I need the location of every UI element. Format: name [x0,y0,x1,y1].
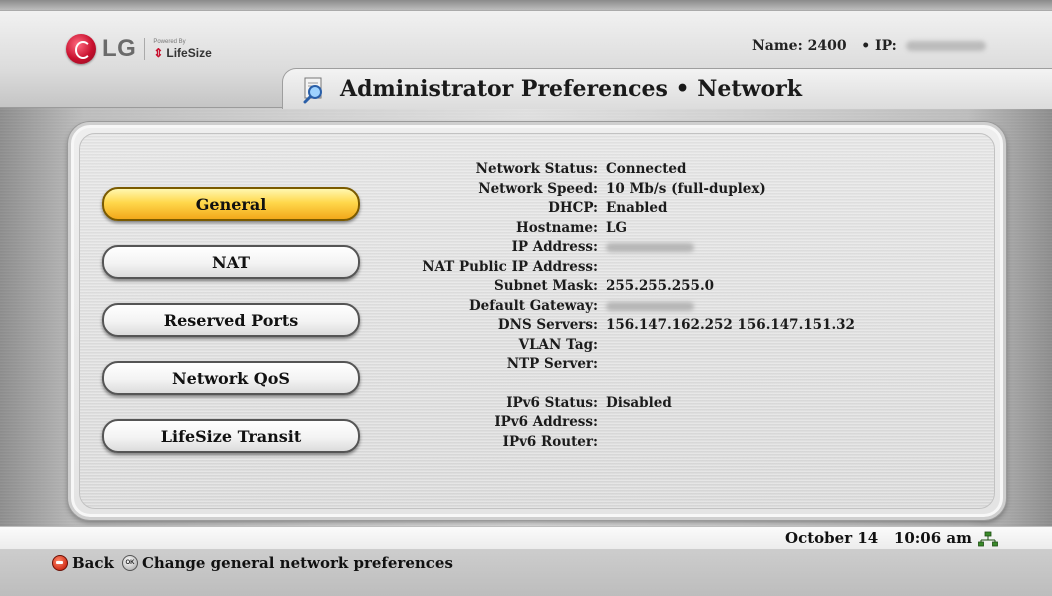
footer-hints: Back OK Change general network preferenc… [52,554,453,572]
network-magnifier-icon [303,77,322,104]
ip-address-redacted [606,243,694,252]
info-row-ipv6-router: IPv6 Router: [420,433,855,453]
page-title: Administrator Preferences • Network [340,76,802,102]
status-date: October 14 [785,529,879,547]
info-row-network-speed: Network Speed: 10 Mb/s (full-duplex) [420,180,855,200]
info-row-ip-address: IP Address: [420,238,855,258]
info-label: IP Address: [511,239,598,255]
menu-lifesize-transit-button[interactable]: LifeSize Transit [102,419,360,453]
info-row-ipv6-status: IPv6 Status: Disabled [420,394,855,414]
powered-by-text: Powered By [153,39,186,45]
info-label: IPv6 Status: [506,394,598,411]
info-value: 10 Mb/s (full-duplex) [606,180,766,197]
ok-button-icon[interactable]: OK [121,555,138,571]
info-row-default-gateway: Default Gateway: [420,297,855,317]
info-label: NAT Public IP Address: [422,258,598,275]
menu-general-button[interactable]: General [102,187,360,221]
info-value: Enabled [606,200,668,216]
info-row-network-status: Network Status: Connected [420,160,855,180]
info-row-dhcp: DHCP: Enabled [420,199,855,219]
info-label: Network Speed: [478,180,598,197]
info-label: Subnet Mask: [494,278,598,294]
status-time: 10:06 am [893,529,972,547]
lg-logo-text: LG [102,35,137,62]
info-label: DNS Servers: [497,317,598,333]
info-value: 156.147.162.252 156.147.151.32 [606,317,855,333]
info-row-ntp-server: NTP Server: [420,355,855,375]
menu-nat-button[interactable]: NAT [102,245,360,279]
lifesize-text: LifeSize [166,46,212,60]
info-row-nat-public-ip: NAT Public IP Address: [420,258,855,278]
brand-logo: LG Powered By ⇕ LifeSize [66,34,212,64]
info-row-dns-servers: DNS Servers: 156.147.162.252 156.147.151… [420,316,855,336]
lifesize-mark-icon: ⇕ [153,46,164,60]
info-value: 255.255.255.0 [606,278,715,294]
status-datetime: October 14 10:06 am [785,527,972,549]
info-row-ipv6-address: IPv6 Address: [420,413,855,433]
info-label: IPv6 Router: [502,433,598,450]
device-name-label: Name: [752,38,803,54]
ip-label: • IP: [861,38,897,54]
ok-hint-label: Change general network preferences [141,554,453,572]
device-info: Name: 2400 • IP: [752,38,986,54]
back-label[interactable]: Back [72,554,114,572]
back-button-icon[interactable] [52,555,68,571]
info-label: Network Status: [475,161,598,177]
lifesize-name: ⇕ LifeSize [153,47,211,59]
info-label: DHCP: [548,200,598,216]
network-status-icon [978,531,998,547]
network-info-list: Network Status: Connected Network Speed:… [420,160,855,452]
gateway-redacted [606,301,694,311]
info-label: VLAN Tag: [518,336,598,353]
lifesize-logo: Powered By ⇕ LifeSize [153,39,211,59]
info-value: Connected [606,161,687,177]
device-name: 2400 [807,38,847,54]
lg-logo-icon [66,34,96,64]
info-label: NTP Server: [506,356,598,372]
menu-reserved-ports-button[interactable]: Reserved Ports [102,303,360,337]
menu-network-qos-button[interactable]: Network QoS [102,361,360,395]
info-label: Default Gateway: [468,297,598,314]
info-row-vlan-tag: VLAN Tag: [420,336,855,356]
ip-address-redacted [905,41,986,51]
info-label: IPv6 Address: [494,414,598,430]
info-value: Disabled [606,394,672,411]
header-shadow [0,0,1052,10]
info-row-hostname: Hostname: LG [420,219,855,239]
info-value: LG [606,219,628,236]
info-label: Hostname: [515,219,598,236]
logo-divider [144,38,146,60]
info-row-subnet-mask: Subnet Mask: 255.255.255.0 [420,277,855,297]
